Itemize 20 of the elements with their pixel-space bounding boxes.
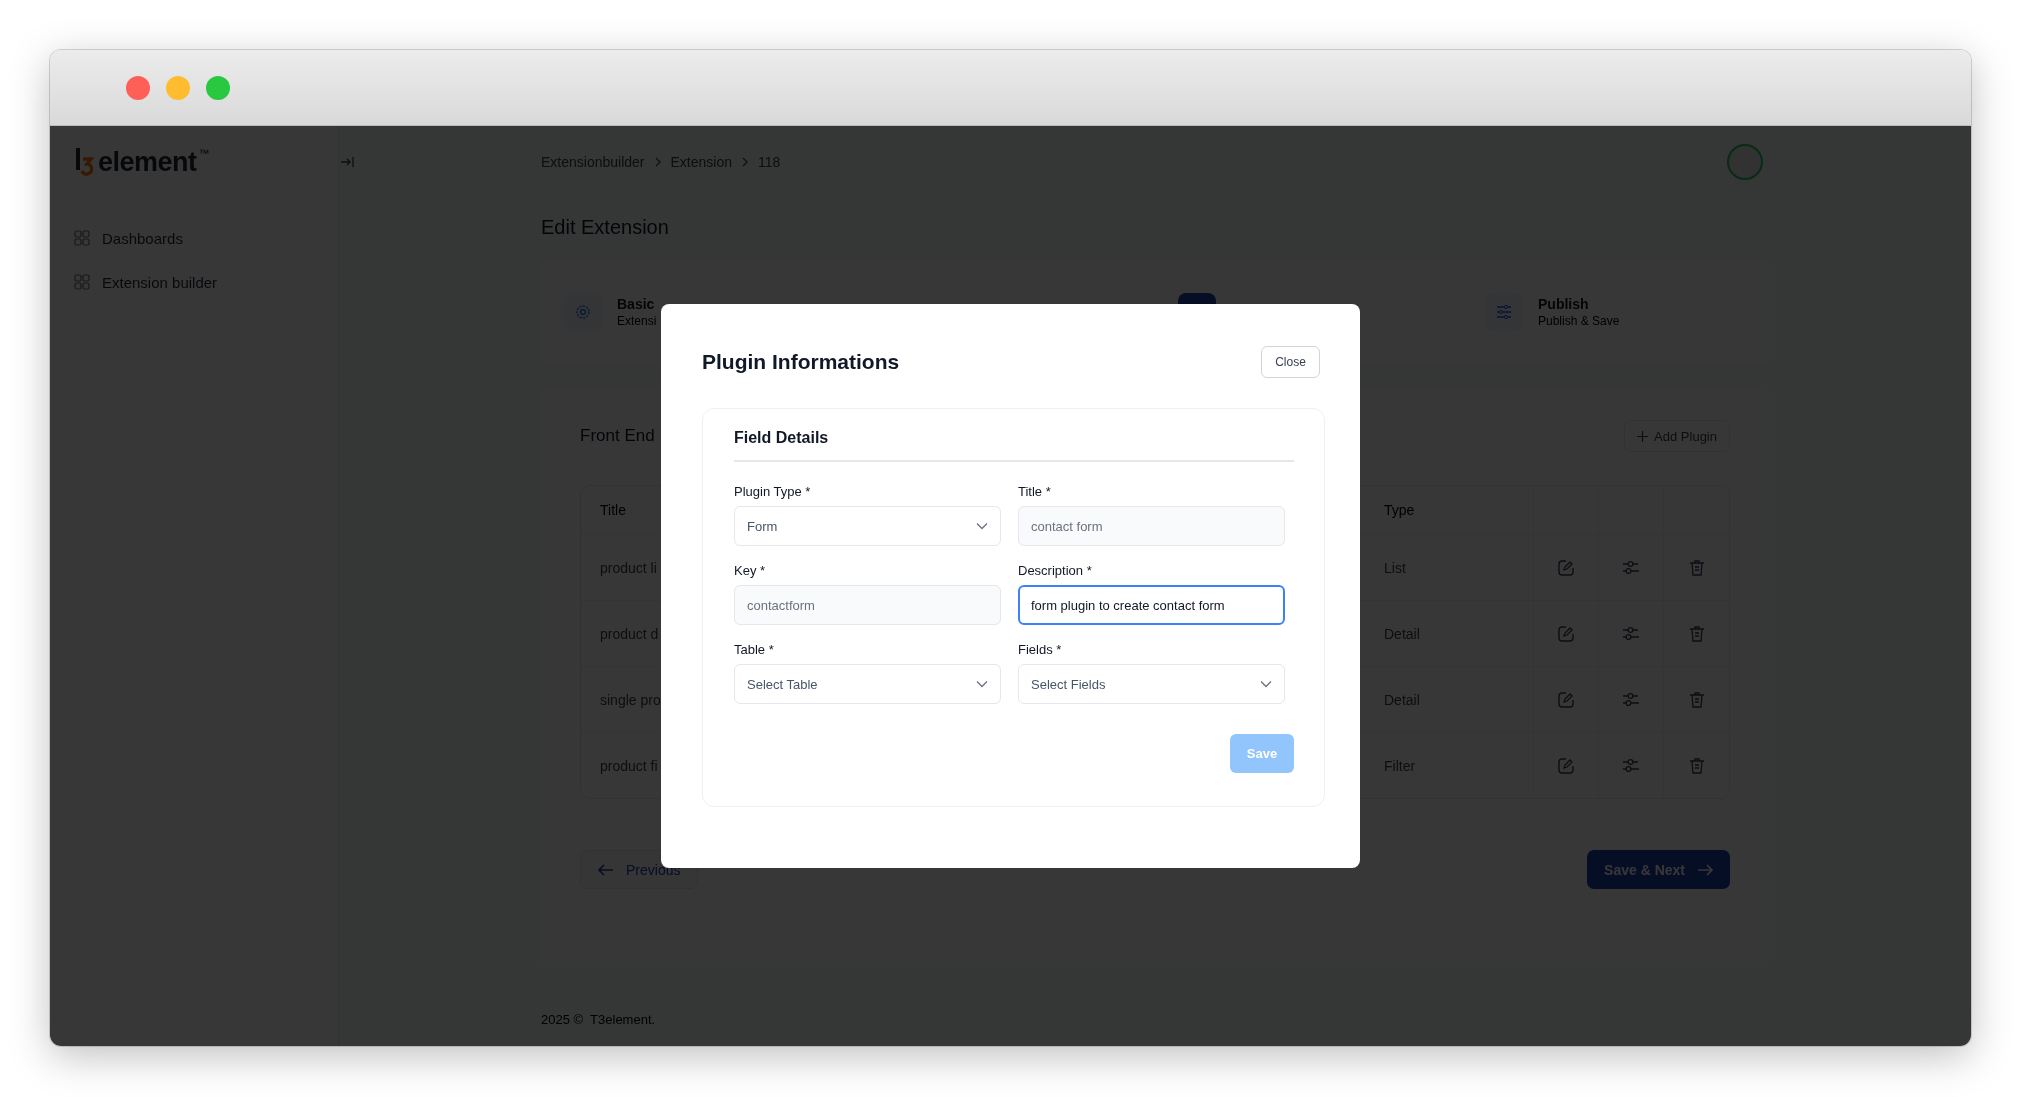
close-window-icon[interactable] bbox=[126, 75, 150, 100]
input-field[interactable]: form plugin to create contact form bbox=[1018, 585, 1285, 625]
trademark: ™ bbox=[198, 146, 210, 159]
select-field[interactable]: Select Table bbox=[734, 664, 1001, 704]
select-field[interactable]: Select Fields bbox=[1018, 664, 1285, 704]
field-label: Description * bbox=[1018, 563, 1093, 578]
field-label: Key * bbox=[734, 563, 767, 578]
minimize-window-icon[interactable] bbox=[166, 75, 190, 100]
field-label: Fields * bbox=[1018, 642, 1063, 657]
chevron-down-icon bbox=[976, 522, 988, 530]
close-button[interactable]: Close bbox=[1261, 346, 1320, 378]
section-heading: Field Details bbox=[734, 429, 1294, 462]
field-label: Table * bbox=[734, 642, 775, 657]
chevron-down-icon bbox=[1260, 680, 1272, 688]
dialog-title: Plugin Informations bbox=[702, 350, 900, 374]
field-label: Title * bbox=[1018, 484, 1052, 499]
zoom-window-icon[interactable] bbox=[206, 75, 230, 100]
select-field[interactable]: Form bbox=[734, 506, 1001, 546]
chevron-down-icon bbox=[976, 680, 988, 688]
field-label: Plugin Type * bbox=[734, 484, 812, 499]
